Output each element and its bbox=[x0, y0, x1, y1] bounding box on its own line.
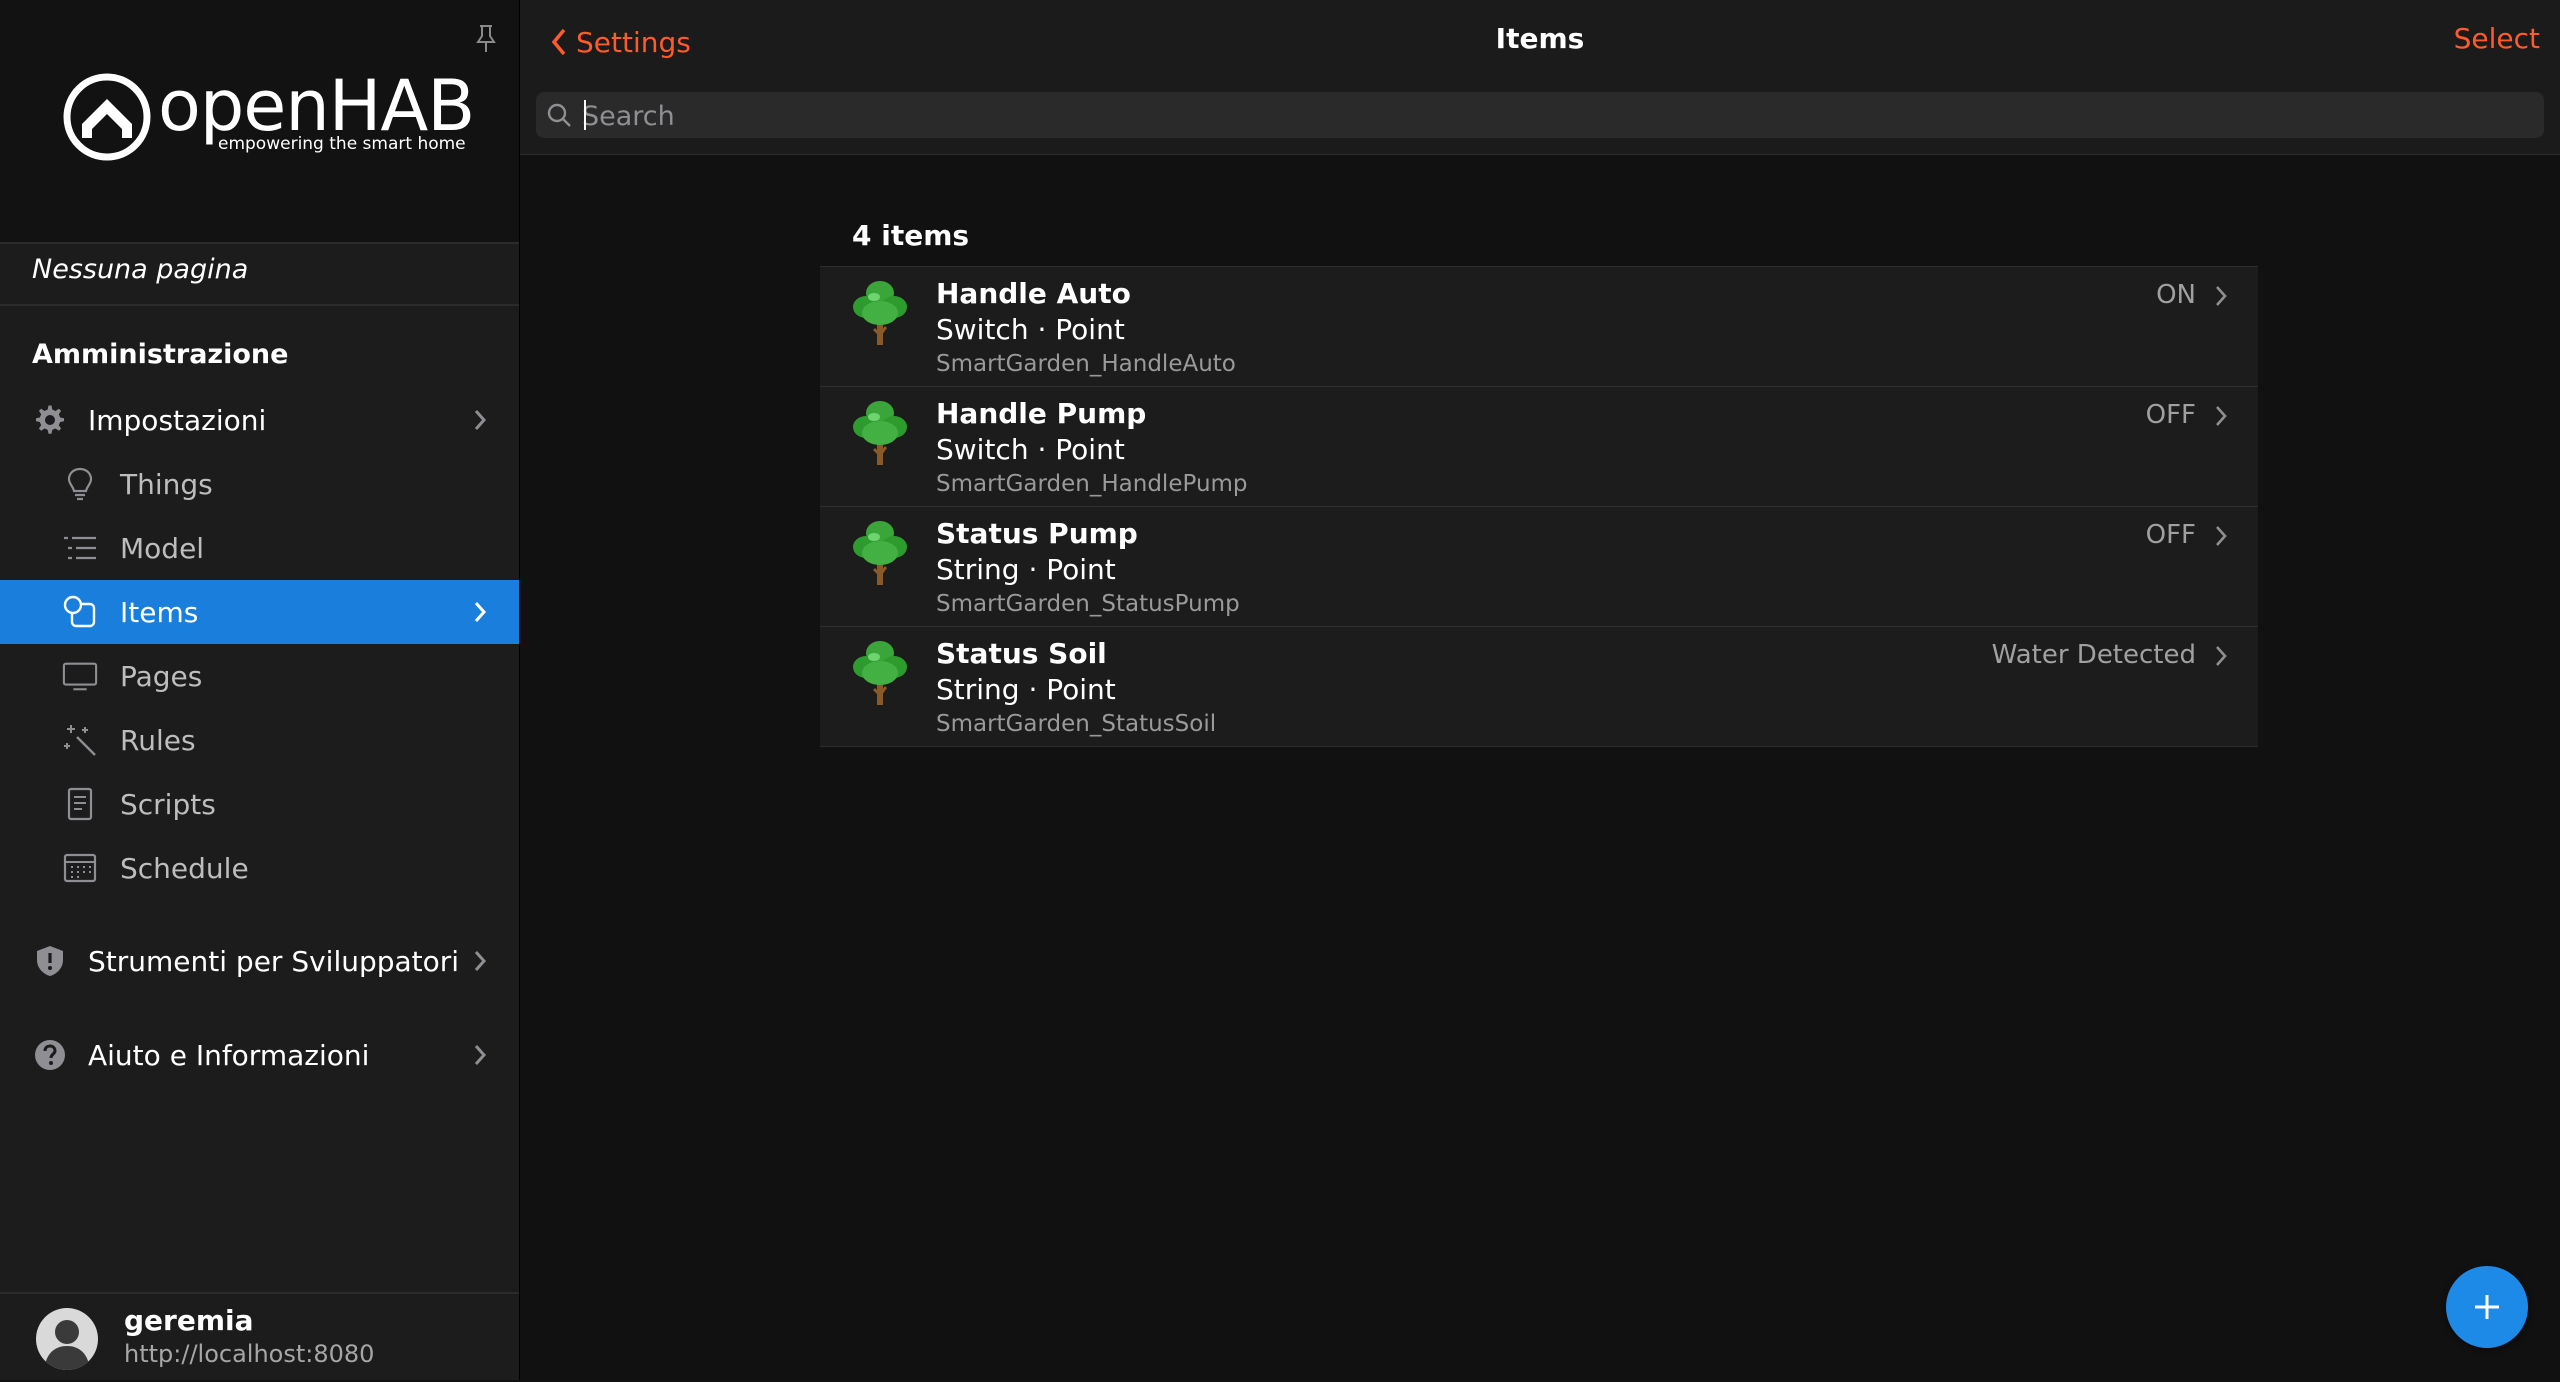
divider bbox=[0, 242, 519, 244]
list-item[interactable]: Handle Auto Switch · Point SmartGarden_H… bbox=[820, 267, 2258, 387]
sidebar-item-label: Rules bbox=[120, 723, 196, 757]
sidebar-item-label: Model bbox=[120, 531, 205, 565]
chevron-right-icon bbox=[474, 410, 487, 430]
sidebar-item-pages[interactable]: Pages bbox=[0, 644, 519, 708]
user-name: geremia bbox=[124, 1304, 254, 1337]
sidebar-item-items[interactable]: Items bbox=[0, 580, 519, 644]
magic-wand-icon bbox=[62, 722, 98, 758]
tree-icon bbox=[853, 641, 907, 705]
logo-area: openHAB empowering the smart home bbox=[0, 0, 519, 242]
sidebar-item-scripts[interactable]: Scripts bbox=[0, 772, 519, 836]
item-label: Status Soil bbox=[936, 637, 1107, 670]
tree-icon bbox=[853, 521, 907, 585]
sidebar-item-things[interactable]: Things bbox=[0, 452, 519, 516]
item-type: Switch · Point bbox=[936, 313, 1125, 346]
top-navbar: Settings Items Select bbox=[520, 0, 2560, 155]
item-state: ON bbox=[2156, 280, 2196, 310]
openhab-logo-icon[interactable] bbox=[62, 72, 152, 162]
gear-icon bbox=[32, 402, 68, 438]
chevron-right-icon bbox=[474, 951, 487, 971]
plus-icon bbox=[2475, 1295, 2499, 1319]
calendar-icon bbox=[62, 850, 98, 886]
item-name: SmartGarden_StatusSoil bbox=[936, 711, 1217, 737]
item-state: Water Detected bbox=[1991, 640, 2196, 670]
search-bar[interactable] bbox=[536, 92, 2544, 138]
item-name: SmartGarden_StatusPump bbox=[936, 591, 1240, 617]
shield-exclamation-icon bbox=[32, 943, 68, 979]
page-title: Items bbox=[1495, 22, 1585, 55]
select-button[interactable]: Select bbox=[2454, 22, 2540, 55]
text-cursor bbox=[584, 100, 586, 130]
monitor-icon bbox=[62, 658, 98, 694]
tree-icon bbox=[853, 401, 907, 465]
item-name: SmartGarden_HandlePump bbox=[936, 471, 1248, 497]
sidebar-item-label: Scripts bbox=[120, 787, 216, 821]
list-item[interactable]: Status Soil String · Point SmartGarden_S… bbox=[820, 627, 2258, 746]
chevron-right-icon bbox=[2216, 406, 2227, 426]
items-count: 4 items bbox=[852, 219, 970, 252]
list-item[interactable]: Handle Pump Switch · Point SmartGarden_H… bbox=[820, 387, 2258, 507]
list-item[interactable]: Status Pump String · Point SmartGarden_S… bbox=[820, 507, 2258, 627]
pin-icon[interactable] bbox=[474, 24, 498, 54]
sidebar-item-help[interactable]: Aiuto e Informazioni bbox=[0, 1023, 519, 1087]
item-label: Handle Pump bbox=[936, 397, 1147, 430]
sidebar-item-settings[interactable]: Impostazioni bbox=[0, 388, 519, 452]
chevron-right-icon bbox=[2216, 646, 2227, 666]
sidebar-item-rules[interactable]: Rules bbox=[0, 708, 519, 772]
item-state: OFF bbox=[2145, 400, 2196, 430]
items-list: Handle Auto Switch · Point SmartGarden_H… bbox=[820, 266, 2258, 747]
divider bbox=[0, 304, 519, 306]
sidebar-item-label: Impostazioni bbox=[88, 403, 267, 437]
item-type: Switch · Point bbox=[936, 433, 1125, 466]
server-url: http://localhost:8080 bbox=[124, 1340, 375, 1368]
search-input[interactable] bbox=[580, 96, 2524, 136]
user-profile[interactable]: geremia http://localhost:8080 bbox=[0, 1292, 519, 1382]
items-icon bbox=[62, 594, 98, 630]
sidebar: openHAB empowering the smart home Nessun… bbox=[0, 0, 520, 1380]
sidebar-item-schedule[interactable]: Schedule bbox=[0, 836, 519, 900]
chevron-right-icon bbox=[474, 1045, 487, 1065]
item-type: String · Point bbox=[936, 673, 1116, 706]
lightbulb-icon bbox=[62, 466, 98, 502]
chevron-right-icon bbox=[474, 602, 487, 622]
item-label: Handle Auto bbox=[936, 277, 1131, 310]
chevron-right-icon bbox=[2216, 286, 2227, 306]
item-type: String · Point bbox=[936, 553, 1116, 586]
logo-tagline: empowering the smart home bbox=[218, 134, 466, 154]
section-title-admin: Amministrazione bbox=[32, 339, 289, 370]
search-icon bbox=[547, 103, 571, 127]
sidebar-item-label: Things bbox=[120, 467, 213, 501]
sidebar-item-developer-tools[interactable]: Strumenti per Sviluppatori bbox=[0, 929, 519, 993]
sidebar-item-label: Items bbox=[120, 595, 199, 629]
item-name: SmartGarden_HandleAuto bbox=[936, 351, 1236, 377]
sidebar-item-label: Pages bbox=[120, 659, 203, 693]
chevron-right-icon bbox=[2216, 526, 2227, 546]
document-icon bbox=[62, 786, 98, 822]
add-item-button[interactable] bbox=[2446, 1266, 2528, 1348]
item-state: OFF bbox=[2145, 520, 2196, 550]
no-page-label[interactable]: Nessuna pagina bbox=[32, 254, 248, 285]
item-label: Status Pump bbox=[936, 517, 1138, 550]
question-circle-icon bbox=[32, 1037, 68, 1073]
sidebar-item-model[interactable]: Model bbox=[0, 516, 519, 580]
sidebar-item-label: Schedule bbox=[120, 851, 249, 885]
list-tree-icon bbox=[62, 530, 98, 566]
tree-icon bbox=[853, 281, 907, 345]
avatar[interactable] bbox=[36, 1308, 98, 1370]
sidebar-item-label: Strumenti per Sviluppatori bbox=[88, 944, 460, 978]
sidebar-item-label: Aiuto e Informazioni bbox=[88, 1038, 370, 1072]
